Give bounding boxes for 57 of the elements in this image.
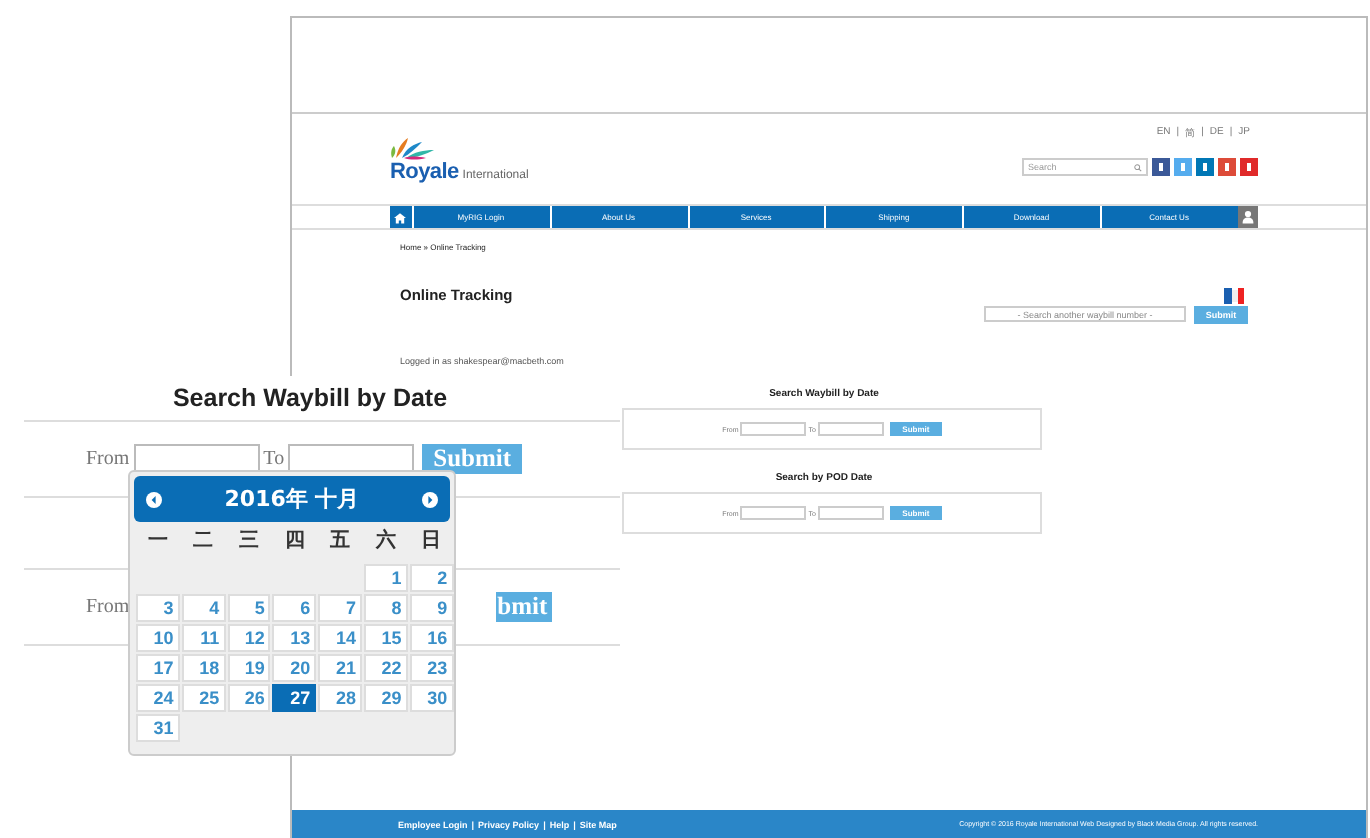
calendar-day[interactable]: 30 <box>409 684 454 712</box>
to-date-field[interactable] <box>817 506 884 520</box>
weekday-label: 六 <box>373 526 398 556</box>
account-button[interactable] <box>1237 206 1258 228</box>
to-date-field[interactable] <box>817 422 884 436</box>
next-month-icon[interactable] <box>421 491 438 507</box>
calendar-day[interactable]: 20 <box>272 654 317 682</box>
calendar-day[interactable]: 14 <box>318 624 362 652</box>
field-label: From <box>86 448 130 470</box>
calendar-day[interactable]: 5 <box>227 594 271 622</box>
calendar-day[interactable]: 28 <box>318 684 362 712</box>
calendar-day[interactable]: 16 <box>409 624 454 652</box>
calendar-day[interactable]: 9 <box>409 594 454 622</box>
field-label: To <box>263 448 285 470</box>
field-label: From <box>86 596 130 618</box>
weekday-label: 日 <box>419 528 444 556</box>
calendar-day[interactable]: 13 <box>272 624 317 652</box>
calendar-day[interactable]: 1 <box>363 564 408 592</box>
weekday-label: 五 <box>328 528 353 556</box>
calendar-day[interactable]: 8 <box>363 594 408 622</box>
section-title: Search Waybill by Date <box>172 384 448 412</box>
calendar-day[interactable]: 12 <box>227 624 271 652</box>
calendar-day[interactable]: 26 <box>227 684 271 712</box>
calendar-day[interactable]: 19 <box>227 654 271 682</box>
month-title: 2016年 十月 <box>224 484 360 514</box>
user-icon <box>1241 210 1254 224</box>
submit-button[interactable]: Submit <box>422 444 523 474</box>
search-icon <box>1134 163 1142 171</box>
calendar-day[interactable]: 17 <box>136 654 180 682</box>
weekday-label: 一 <box>145 528 170 556</box>
weekday-label: 二 <box>191 528 216 556</box>
calendar-day[interactable]: 2 <box>409 564 454 592</box>
calendar-day[interactable]: 21 <box>318 654 362 682</box>
from-date-field[interactable] <box>740 422 807 436</box>
calendar-day[interactable]: 22 <box>363 654 408 682</box>
calendar-day[interactable]: 4 <box>181 594 226 622</box>
calendar-day[interactable]: 18 <box>181 654 226 682</box>
calendar-day[interactable]: 24 <box>136 684 180 712</box>
calendar-day[interactable]: 15 <box>363 624 408 652</box>
calendar-day[interactable]: 3 <box>136 594 180 622</box>
submit-button[interactable]: bmit <box>495 592 552 622</box>
calendar-day[interactable]: 11 <box>181 624 226 652</box>
calendar-day[interactable]: 29 <box>363 684 408 712</box>
calendar-day[interactable]: 31 <box>136 714 180 742</box>
flag-icon[interactable] <box>1224 288 1244 304</box>
previous-month-icon[interactable] <box>146 491 162 507</box>
logo-wordmark[interactable]: Royale <box>390 160 459 184</box>
calendar-day[interactable]: 25 <box>181 684 226 712</box>
calendar-day[interactable]: 10 <box>136 624 180 652</box>
calendar-day[interactable]: 27 <box>272 684 317 712</box>
home-icon <box>394 211 406 223</box>
weekday-label: 四 <box>282 528 307 556</box>
calendar-day[interactable]: 6 <box>272 594 317 622</box>
weekday-label: 三 <box>236 528 261 556</box>
calendar-day[interactable]: 23 <box>409 654 454 682</box>
from-date-field[interactable] <box>740 506 807 520</box>
calendar-day[interactable]: 7 <box>318 594 362 622</box>
